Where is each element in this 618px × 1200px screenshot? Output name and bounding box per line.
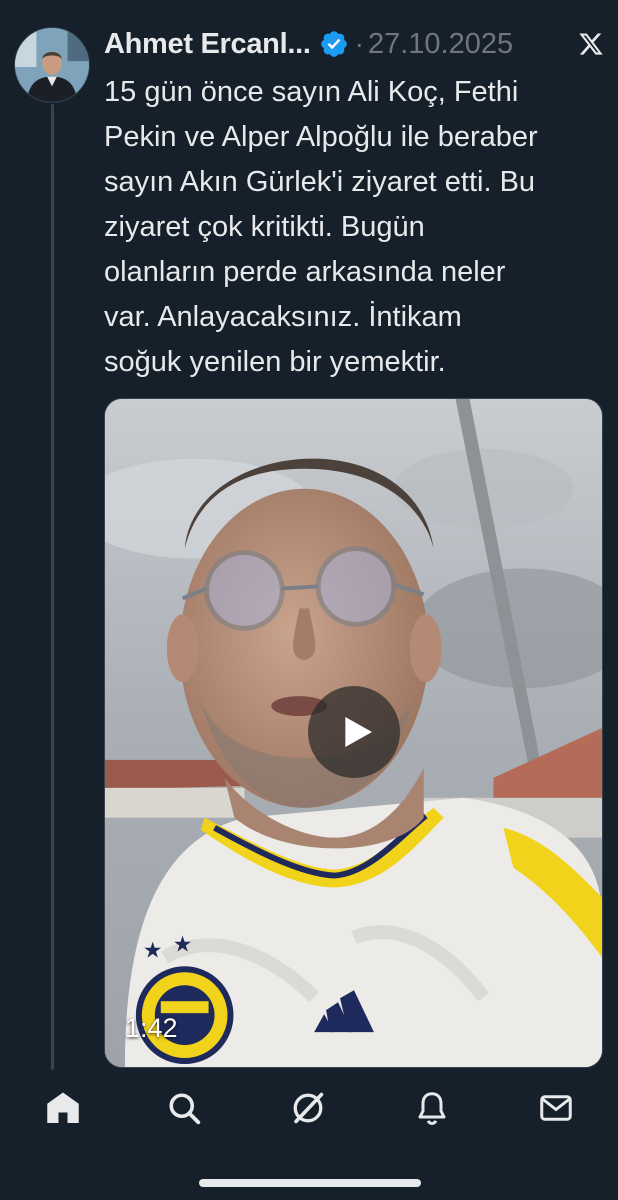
search-icon[interactable] [166, 1090, 202, 1126]
avatar-photo [15, 28, 89, 102]
tweet-header: Ahmet Ercanl... · 27.10.2025 [104, 24, 604, 64]
avatar[interactable] [14, 27, 90, 103]
verified-badge-icon [320, 31, 347, 57]
thread-line [51, 104, 54, 1070]
twitter-timeline-screen: Ahmet Ercanl... · 27.10.2025 15 gün önce… [0, 0, 618, 1200]
tweet-date[interactable]: 27.10.2025 [368, 28, 513, 61]
video-duration: 1:42 [125, 1013, 178, 1043]
tweet-text: 15 gün önce sayın Ali Koç, Fethi Pekin v… [104, 76, 538, 378]
notifications-icon[interactable] [414, 1090, 450, 1126]
separator-dot: · [354, 28, 364, 59]
play-button[interactable] [308, 686, 400, 778]
svg-text:★: ★ [143, 938, 163, 963]
svg-text:★: ★ [173, 932, 193, 957]
video-player[interactable]: ★ ★ 1:42 [104, 398, 603, 1068]
grok-icon[interactable] [290, 1090, 326, 1126]
play-icon [345, 717, 372, 747]
home-icon[interactable] [45, 1090, 81, 1126]
x-logo-icon [579, 33, 603, 55]
author-name[interactable]: Ahmet Ercanl... [104, 28, 311, 61]
home-indicator[interactable] [199, 1179, 421, 1187]
messages-icon[interactable] [538, 1090, 574, 1126]
